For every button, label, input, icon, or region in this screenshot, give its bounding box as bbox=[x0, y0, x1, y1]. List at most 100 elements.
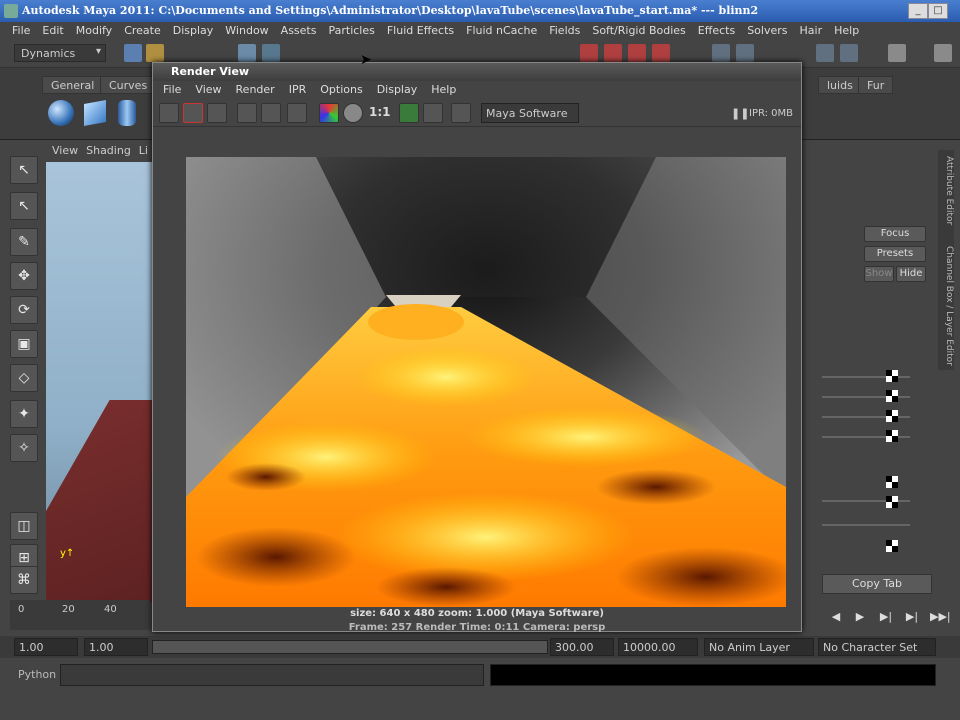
show-button[interactable]: Show bbox=[864, 266, 894, 282]
renderer-dropdown[interactable]: Maya Software bbox=[481, 103, 579, 123]
rotate-tool-icon[interactable]: ⟳ bbox=[10, 296, 38, 324]
texture-map-icon[interactable] bbox=[886, 410, 898, 422]
lasso-tool-icon[interactable]: ↖ bbox=[10, 192, 38, 220]
ipr-render-icon[interactable] bbox=[237, 103, 257, 123]
display-rendered-image-icon[interactable] bbox=[451, 103, 471, 123]
presets-button[interactable]: Presets bbox=[864, 246, 926, 262]
snap-point-icon[interactable] bbox=[628, 44, 646, 62]
render-settings-icon[interactable] bbox=[287, 103, 307, 123]
menu-particles[interactable]: Particles bbox=[324, 22, 382, 40]
command-language-label[interactable]: Python bbox=[18, 668, 56, 681]
select-mode-icon[interactable] bbox=[238, 44, 256, 62]
menu-fields[interactable]: Fields bbox=[545, 22, 588, 40]
texture-map-icon[interactable] bbox=[886, 540, 898, 552]
command-input[interactable] bbox=[60, 664, 484, 686]
hide-button[interactable]: Hide bbox=[896, 266, 926, 282]
texture-map-icon[interactable] bbox=[886, 390, 898, 402]
pause-ipr-icon[interactable]: ❚❚ bbox=[731, 107, 749, 120]
alpha-channel-icon[interactable] bbox=[343, 103, 363, 123]
scale-tool-icon[interactable]: ▣ bbox=[10, 330, 38, 358]
menu-fluid-ncache[interactable]: Fluid nCache bbox=[462, 22, 545, 40]
redo-render-icon[interactable] bbox=[159, 103, 179, 123]
menu-hair[interactable]: Hair bbox=[796, 22, 831, 40]
time-slider[interactable] bbox=[10, 600, 150, 630]
shelf-tab-curves[interactable]: Curves bbox=[100, 76, 157, 94]
channel-box-tab[interactable]: Channel Box / Layer Editor bbox=[938, 240, 954, 370]
snap-grid-icon[interactable] bbox=[580, 44, 598, 62]
menu-create[interactable]: Create bbox=[120, 22, 169, 40]
new-scene-icon[interactable] bbox=[124, 44, 142, 62]
step-forward-icon[interactable]: ▶| bbox=[904, 610, 920, 626]
zoom-ratio-button[interactable]: 1:1 bbox=[369, 105, 391, 119]
component-mode-icon[interactable] bbox=[262, 44, 280, 62]
texture-map-icon[interactable] bbox=[886, 496, 898, 508]
shelf-tab-fur[interactable]: Fur bbox=[858, 76, 894, 94]
rv-menu-options[interactable]: Options bbox=[316, 81, 372, 99]
play-forward-icon[interactable]: ▶ bbox=[852, 610, 868, 626]
shelf-tab-fluids[interactable]: luids bbox=[818, 76, 862, 94]
open-scene-icon[interactable] bbox=[146, 44, 164, 62]
render-view-title[interactable]: Render View bbox=[153, 63, 801, 81]
attribute-slider[interactable] bbox=[822, 524, 910, 526]
menu-solvers[interactable]: Solvers bbox=[743, 22, 795, 40]
anim-layer-dropdown[interactable]: No Anim Layer bbox=[704, 638, 814, 656]
menu-modify[interactable]: Modify bbox=[72, 22, 120, 40]
remove-image-icon[interactable] bbox=[423, 103, 443, 123]
outliner-layout-icon[interactable]: ⌘ bbox=[10, 566, 38, 594]
poly-cylinder-icon[interactable] bbox=[118, 100, 136, 126]
playback-start-field[interactable]: 1.00 bbox=[84, 638, 148, 656]
menu-file[interactable]: File bbox=[8, 22, 38, 40]
poly-cube-icon[interactable] bbox=[84, 100, 106, 126]
menu-fluid-effects[interactable]: Fluid Effects bbox=[383, 22, 462, 40]
rv-menu-view[interactable]: View bbox=[191, 81, 231, 99]
paint-select-icon[interactable]: ✎ bbox=[10, 228, 38, 256]
shelf-tab-general[interactable]: General bbox=[42, 76, 104, 94]
step-back-icon[interactable]: ◀ bbox=[828, 610, 844, 626]
end-time-field[interactable]: 10000.00 bbox=[618, 638, 698, 656]
ipr-render-icon[interactable] bbox=[736, 44, 754, 62]
soft-mod-icon[interactable]: ✦ bbox=[10, 400, 38, 428]
go-to-end-icon[interactable]: ▶▶| bbox=[930, 610, 951, 626]
manipulator-icon[interactable]: ◇ bbox=[10, 364, 38, 392]
hypershade-icon[interactable] bbox=[840, 44, 858, 62]
texture-map-icon[interactable] bbox=[886, 476, 898, 488]
rv-menu-render[interactable]: Render bbox=[232, 81, 285, 99]
menu-set-dropdown[interactable]: Dynamics bbox=[14, 44, 106, 62]
rgb-channels-icon[interactable] bbox=[319, 103, 339, 123]
maximize-button[interactable]: □ bbox=[928, 3, 948, 19]
poly-sphere-icon[interactable] bbox=[48, 100, 74, 126]
texture-map-icon[interactable] bbox=[886, 430, 898, 442]
rv-menu-help[interactable]: Help bbox=[427, 81, 466, 99]
keep-image-icon[interactable] bbox=[399, 103, 419, 123]
render-icon[interactable] bbox=[712, 44, 730, 62]
minimize-button[interactable]: _ bbox=[908, 3, 928, 19]
render-settings-icon[interactable] bbox=[816, 44, 834, 62]
snap-curve-icon[interactable] bbox=[604, 44, 622, 62]
viewport-menu-lighting[interactable]: Li bbox=[139, 144, 148, 160]
character-set-dropdown[interactable]: No Character Set bbox=[818, 638, 936, 656]
texture-map-icon[interactable] bbox=[886, 370, 898, 382]
focus-button[interactable]: Focus bbox=[864, 226, 926, 242]
rv-menu-display[interactable]: Display bbox=[373, 81, 428, 99]
refresh-ipr-icon[interactable] bbox=[261, 103, 281, 123]
attribute-editor-toggle-icon[interactable] bbox=[888, 44, 906, 62]
viewport-menu-view[interactable]: View bbox=[52, 144, 78, 160]
menu-assets[interactable]: Assets bbox=[277, 22, 325, 40]
range-slider-bar[interactable] bbox=[152, 640, 548, 654]
start-time-field[interactable]: 1.00 bbox=[14, 638, 78, 656]
menu-effects[interactable]: Effects bbox=[694, 22, 743, 40]
render-region-icon[interactable] bbox=[183, 103, 203, 123]
step-key-icon[interactable]: ▶| bbox=[878, 610, 894, 626]
select-tool-icon[interactable]: ↖ bbox=[10, 156, 38, 184]
rendered-image[interactable] bbox=[186, 157, 786, 607]
menu-help[interactable]: Help bbox=[830, 22, 867, 40]
rv-menu-ipr[interactable]: IPR bbox=[285, 81, 317, 99]
menu-display[interactable]: Display bbox=[169, 22, 222, 40]
viewport-menu-shading[interactable]: Shading bbox=[86, 144, 131, 160]
single-pane-layout-icon[interactable]: ◫ bbox=[10, 512, 38, 540]
channel-box-toggle-icon[interactable] bbox=[934, 44, 952, 62]
menu-edit[interactable]: Edit bbox=[38, 22, 71, 40]
move-tool-icon[interactable]: ✥ bbox=[10, 262, 38, 290]
menu-window[interactable]: Window bbox=[221, 22, 276, 40]
snap-surface-icon[interactable] bbox=[652, 44, 670, 62]
